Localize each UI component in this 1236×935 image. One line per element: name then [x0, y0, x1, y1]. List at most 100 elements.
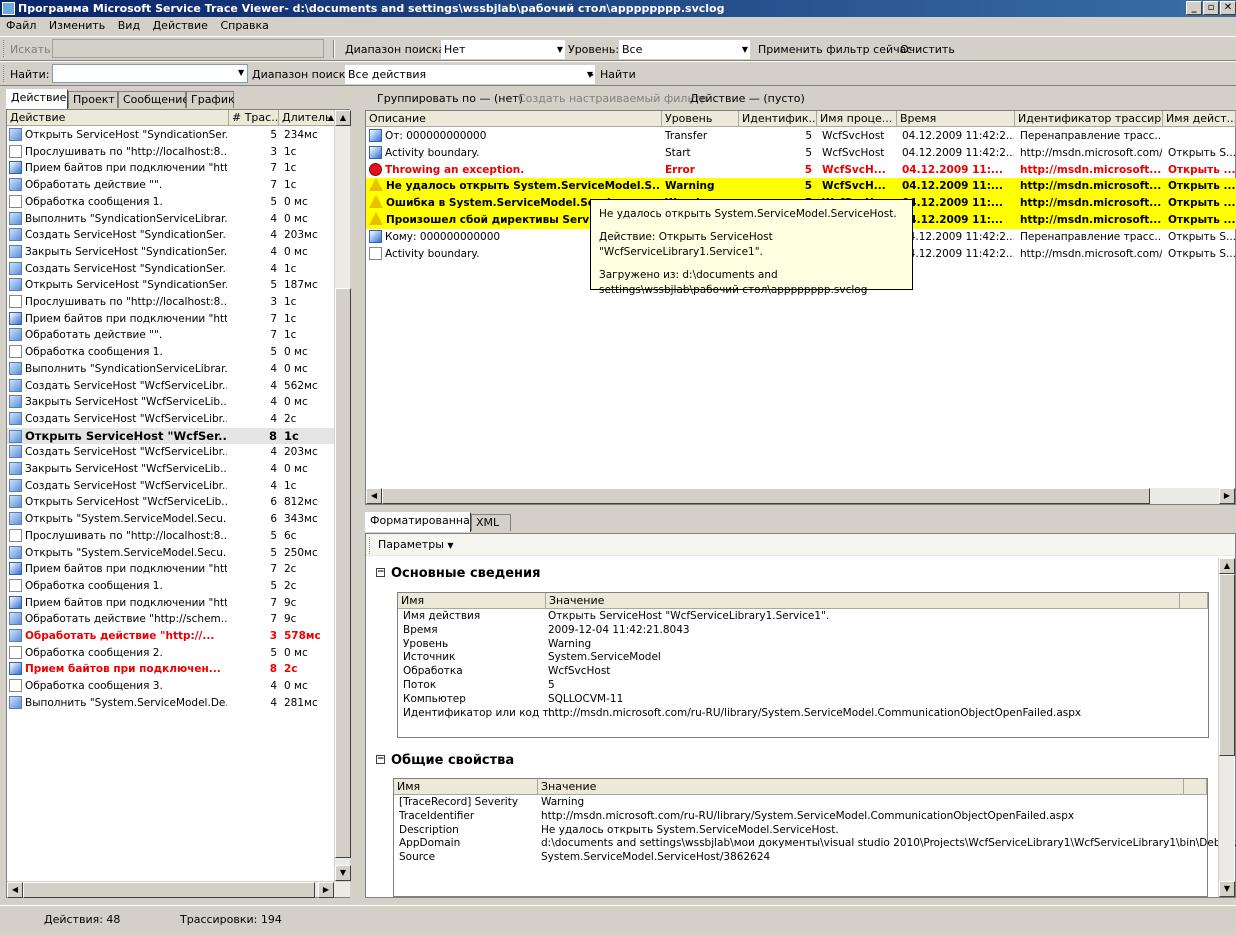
- property-row[interactable]: Поток 5: [400, 679, 1170, 693]
- activity-row[interactable]: Прием байтов при подключении "htt... 7 2с: [7, 561, 334, 578]
- column-header-duration[interactable]: Длитель ▲: [279, 110, 337, 126]
- activity-row[interactable]: Создать ServiceHost "WcfServiceLibr... 4 5…: [7, 378, 334, 395]
- activity-row[interactable]: Создать ServiceHost "SyndicationSer... 4 2…: [7, 227, 334, 244]
- activity-row[interactable]: Выполнить "SyndicationServiceLibrar... 4 0…: [7, 211, 334, 228]
- property-row[interactable]: TraceIdentifier http://msdn.microsoft.com…: [396, 810, 1166, 824]
- column-header-level[interactable]: Уровень: [662, 111, 739, 127]
- scroll-down-icon[interactable]: ▼: [1219, 881, 1235, 897]
- scrollbar-thumb[interactable]: [23, 882, 315, 898]
- menu-edit[interactable]: Изменить: [49, 19, 105, 32]
- clear-button[interactable]: Очистить: [900, 43, 955, 56]
- minimize-button[interactable]: _: [1186, 1, 1202, 15]
- property-row[interactable]: Имя действия Открыть ServiceHost "WcfServ…: [400, 610, 1170, 624]
- property-row[interactable]: Время 2009-12-04 11:42:21.8043: [400, 624, 1170, 638]
- activity-row[interactable]: Создать ServiceHost "SyndicationSer... 4 1…: [7, 261, 334, 278]
- column-header-description[interactable]: Описание: [366, 111, 662, 127]
- tab-activity[interactable]: Действие: [6, 89, 68, 109]
- find-button[interactable]: Найти: [600, 68, 636, 81]
- menu-file[interactable]: Файл: [6, 19, 36, 32]
- activity-row[interactable]: Открыть ServiceHost "SyndicationSer... 5 2…: [7, 127, 334, 144]
- activity-row[interactable]: Обработать действие "http://schem... 7 9с: [7, 611, 334, 628]
- search-input[interactable]: [52, 39, 324, 58]
- trace-horizontal-scrollbar[interactable]: ◀ ▶: [366, 488, 1235, 504]
- activity-row[interactable]: Открыть ServiceHost "WcfServiceLib... 6 81…: [7, 494, 334, 511]
- tab-project[interactable]: Проект: [68, 91, 118, 108]
- activity-row[interactable]: Закрыть ServiceHost "WcfServiceLib... 4 0 …: [7, 394, 334, 411]
- search-range-dropdown[interactable]: Нет ▼: [441, 40, 565, 59]
- section-basic-header[interactable]: − Основные сведения: [376, 566, 540, 581]
- menu-view[interactable]: Вид: [118, 19, 140, 32]
- column-header-activity-name[interactable]: Имя дейст...: [1163, 111, 1236, 127]
- activity-row[interactable]: Прослушивать по "http://localhost:8... 3 1…: [7, 144, 334, 161]
- scroll-down-icon[interactable]: ▼: [335, 865, 351, 881]
- find-input[interactable]: [52, 64, 248, 83]
- activity-row[interactable]: Создать ServiceHost "WcfServiceLibr... 4 1…: [7, 478, 334, 495]
- scroll-left-icon[interactable]: ◀: [366, 488, 382, 504]
- trace-row[interactable]: От: 000000000000 Transfer 5 WcfSvcHost 04.12…: [366, 128, 1236, 145]
- chevron-down-icon[interactable]: ▼: [238, 68, 244, 77]
- column-header-thread-id[interactable]: Идентифик...: [739, 111, 817, 127]
- property-row[interactable]: [TraceRecord] Severity Warning: [396, 796, 1166, 810]
- close-button[interactable]: ✕: [1220, 1, 1236, 15]
- column-header-name[interactable]: Имя: [394, 779, 538, 795]
- menu-help[interactable]: Справка: [220, 19, 268, 32]
- trace-row[interactable]: Не удалось открыть System.ServiceModel.S…: [366, 178, 1236, 196]
- activity-vertical-scrollbar[interactable]: ▲ ▼: [334, 110, 351, 881]
- activity-row[interactable]: Обработка сообщения 1. 5 0 мс: [7, 344, 334, 361]
- activity-row[interactable]: Прием байтов при подключении "htt... 7 1с: [7, 311, 334, 328]
- activity-row[interactable]: Обработать действие "http://... 3 578мс: [7, 628, 334, 645]
- property-row[interactable]: Источник System.ServiceModel: [400, 651, 1170, 665]
- activity-row[interactable]: Прием байтов при подключении "htt... 7 1с: [7, 160, 334, 177]
- find-range-dropdown[interactable]: Все действия ▼: [345, 65, 595, 84]
- detail-vertical-scrollbar[interactable]: ▲ ▼: [1218, 558, 1235, 897]
- activity-row[interactable]: Прослушивать по "http://localhost:8... 5 6…: [7, 528, 334, 545]
- activity-row[interactable]: Создать ServiceHost "WcfServiceLibr... 4 2…: [7, 411, 334, 428]
- scroll-right-icon[interactable]: ▶: [1219, 488, 1235, 504]
- activity-row[interactable]: Прием байтов при подключении "htt... 7 9с: [7, 595, 334, 612]
- activity-row[interactable]: Обработка сообщения 3. 4 0 мс: [7, 678, 334, 695]
- property-row[interactable]: Source System.ServiceModel.ServiceHost/38…: [396, 851, 1166, 865]
- property-row[interactable]: AppDomain d:\documents and settings\wssbj…: [396, 837, 1236, 851]
- trace-row[interactable]: Activity boundary. Start 5 WcfSvcHost 04.12.…: [366, 145, 1236, 162]
- apply-filter-button[interactable]: Применить фильтр сейчас: [758, 43, 912, 56]
- scrollbar-thumb[interactable]: [382, 488, 1150, 504]
- property-row[interactable]: Description Не удалось открыть System.Ser…: [396, 824, 1166, 838]
- activity-row[interactable]: Открыть ServiceHost "SyndicationSer... 5 1…: [7, 277, 334, 294]
- activity-row[interactable]: Выполнить "System.ServiceModel.De... 4 281…: [7, 695, 334, 712]
- activity-row[interactable]: Закрыть ServiceHost "SyndicationSer... 4 0…: [7, 244, 334, 261]
- activity-row[interactable]: Прослушивать по "http://localhost:8... 3 1…: [7, 294, 334, 311]
- activity-row[interactable]: Обработка сообщения 1. 5 0 мс: [7, 194, 334, 211]
- tab-formatted[interactable]: Форматированная: [365, 512, 476, 532]
- property-row[interactable]: Уровень Warning: [400, 638, 1170, 652]
- column-header-value[interactable]: Значение: [538, 779, 1184, 795]
- column-header-trace-id[interactable]: Идентификатор трассир...: [1015, 111, 1163, 127]
- custom-filter-button[interactable]: Создать настраиваемый фильтр: [518, 89, 707, 108]
- column-header-time[interactable]: Время: [897, 111, 1015, 127]
- column-header-value[interactable]: Значение: [546, 593, 1180, 609]
- scroll-up-icon[interactable]: ▲: [1219, 558, 1235, 574]
- property-row[interactable]: Идентификатор или код т... http://msdn.mi…: [400, 707, 1170, 721]
- scroll-left-icon[interactable]: ◀: [7, 882, 23, 898]
- scrollbar-thumb[interactable]: [335, 288, 351, 858]
- activity-row[interactable]: Открыть "System.ServiceModel.Secu... 5 250…: [7, 545, 334, 562]
- property-row[interactable]: Обработка WcfSvcHost: [400, 665, 1170, 679]
- activity-row[interactable]: Прием байтов при подключен... 8 2с: [7, 661, 334, 678]
- tab-message[interactable]: Сообщение: [118, 91, 189, 108]
- column-header-trace-count[interactable]: # Трас...: [229, 110, 279, 126]
- column-header-process-name[interactable]: Имя проце...: [817, 111, 897, 127]
- column-header-name[interactable]: Имя: [398, 593, 546, 609]
- trace-row[interactable]: Throwing an exception. Error 5 WcfSvcH... 04…: [366, 162, 1236, 179]
- level-dropdown[interactable]: Все ▼: [619, 40, 750, 59]
- activity-row[interactable]: Открыть ServiceHost "WcfSer... 8 1с: [7, 427, 334, 445]
- property-row[interactable]: Компьютер SQLLOCVM-11: [400, 693, 1170, 707]
- column-header-activity[interactable]: Действие: [7, 110, 229, 126]
- scroll-up-icon[interactable]: ▲: [335, 110, 351, 126]
- activity-row[interactable]: Выполнить "SyndicationServiceLibrar... 4 0…: [7, 361, 334, 378]
- activity-horizontal-scrollbar[interactable]: ◀ ▶: [7, 881, 350, 898]
- group-by-button[interactable]: Группировать по — (нет): [377, 89, 523, 108]
- activity-row[interactable]: Открыть "System.ServiceModel.Secu... 6 343…: [7, 511, 334, 528]
- section-common-header[interactable]: − Общие свойства: [376, 753, 514, 768]
- scrollbar-thumb[interactable]: [1219, 574, 1235, 756]
- maximize-button[interactable]: ▫: [1203, 1, 1219, 15]
- activity-row[interactable]: Обработка сообщения 2. 5 0 мс: [7, 645, 334, 662]
